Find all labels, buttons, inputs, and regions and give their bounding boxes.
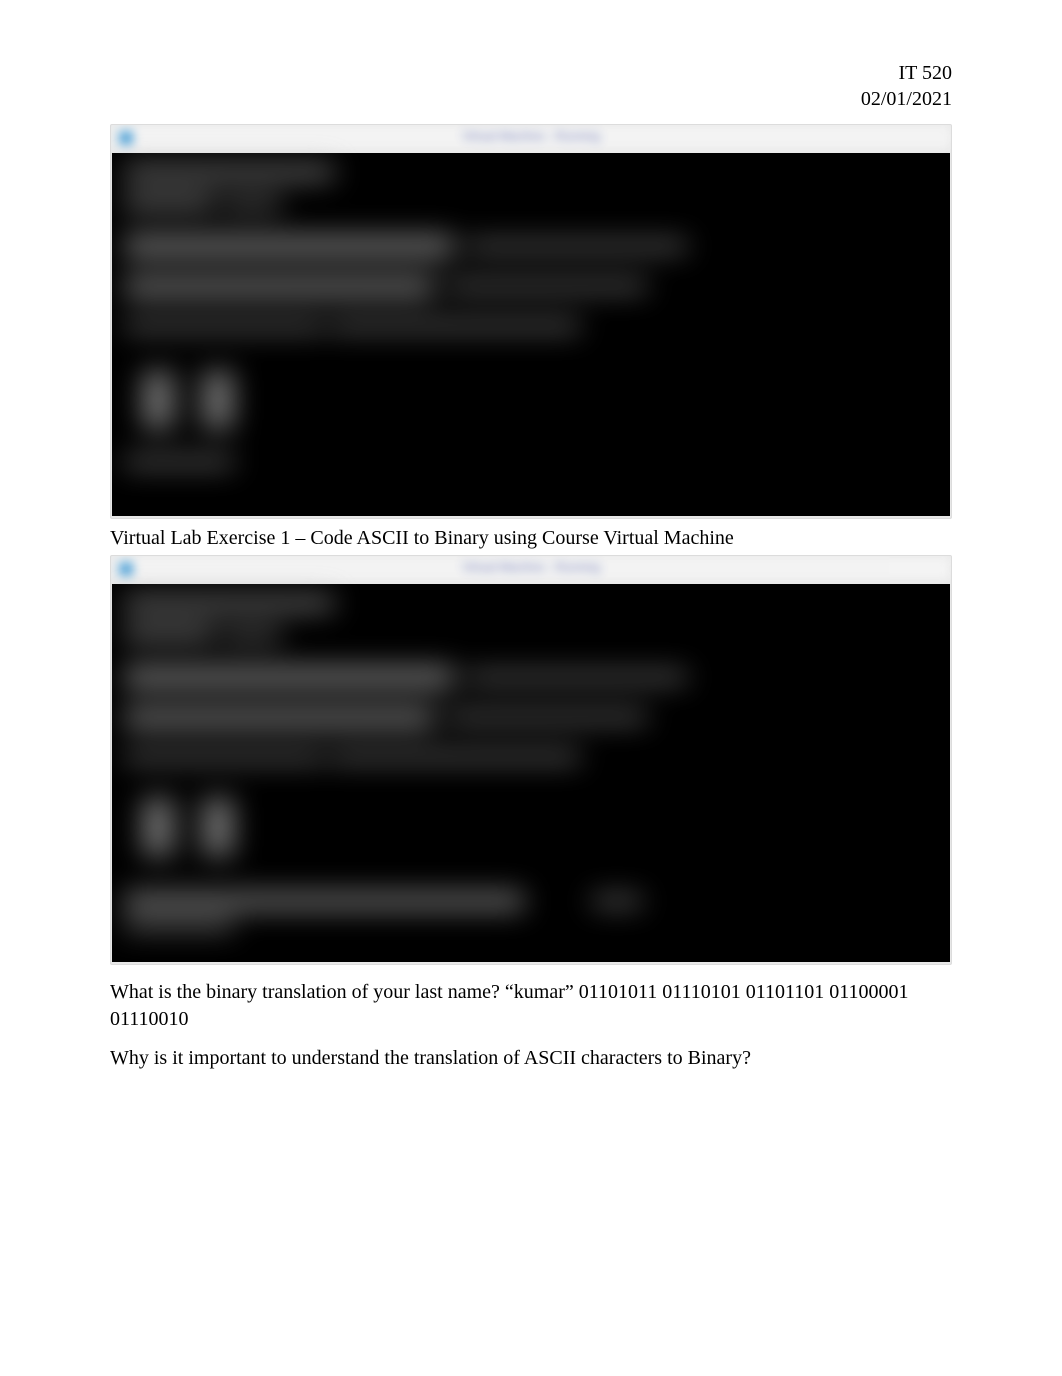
course-code: IT 520 [110, 60, 952, 86]
titlebar-label-left [139, 131, 162, 145]
page-header: IT 520 02/01/2021 [110, 60, 952, 112]
vm-screenshot-2: Virtual Machine - Running [110, 555, 952, 965]
vm-screenshot-1: Virtual Machine - Running [110, 124, 952, 519]
terminal-window [112, 584, 950, 962]
question-1: What is the binary translation of your l… [110, 979, 952, 1033]
terminal-blurred-text [112, 153, 950, 516]
vm-app-icon [119, 562, 133, 576]
titlebar-center-text: Virtual Machine - Running [462, 129, 600, 143]
question-2: Why is it important to understand the tr… [110, 1045, 952, 1072]
titlebar-center-text: Virtual Machine - Running [462, 560, 600, 574]
vm-app-icon [119, 131, 133, 145]
figure-caption-1: Virtual Lab Exercise 1 – Code ASCII to B… [110, 525, 952, 551]
document-date: 02/01/2021 [110, 86, 952, 112]
terminal-window [112, 153, 950, 516]
terminal-blurred-text [112, 584, 950, 962]
titlebar-label-left [139, 562, 162, 576]
